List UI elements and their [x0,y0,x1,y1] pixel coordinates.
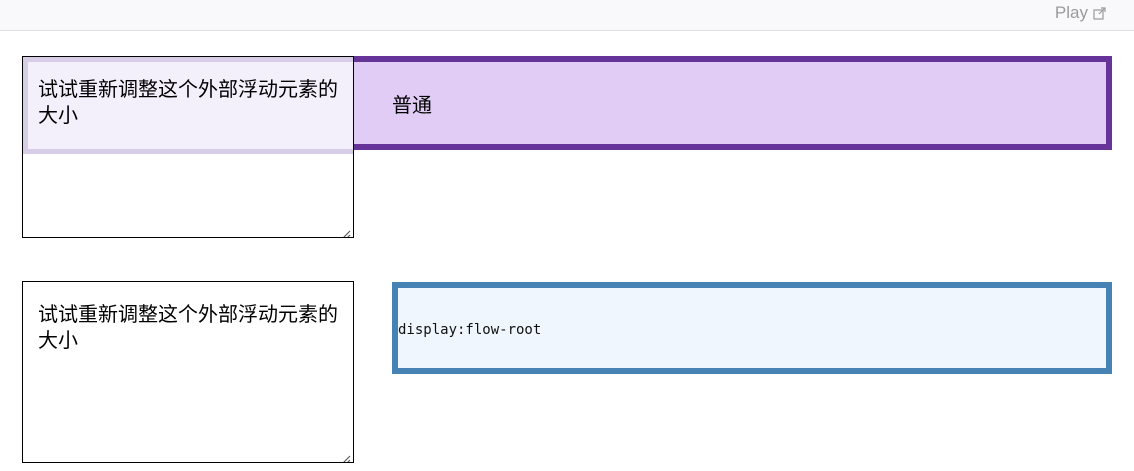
resize-grip-icon[interactable] [340,449,351,462]
normal-block-label: 普通 [392,93,432,117]
float-textarea-flowroot[interactable]: 试试重新调整这个外部浮动元素的大小 [22,281,354,463]
external-link-icon [1093,6,1106,20]
float-textarea-normal[interactable]: 试试重新调整这个外部浮动元素的大小 [22,56,354,238]
play-link[interactable]: Play [1055,2,1106,24]
play-label: Play [1054,3,1088,22]
textarea-text: 试试重新调整这个外部浮动元素的大小 [38,302,338,352]
textarea-text: 试试重新调整这个外部浮动元素的大小 [38,77,338,127]
flow-root-block-label: display:flow-root [398,322,542,338]
resize-grip-icon[interactable] [340,224,351,237]
toolbar: Play [0,0,1134,31]
